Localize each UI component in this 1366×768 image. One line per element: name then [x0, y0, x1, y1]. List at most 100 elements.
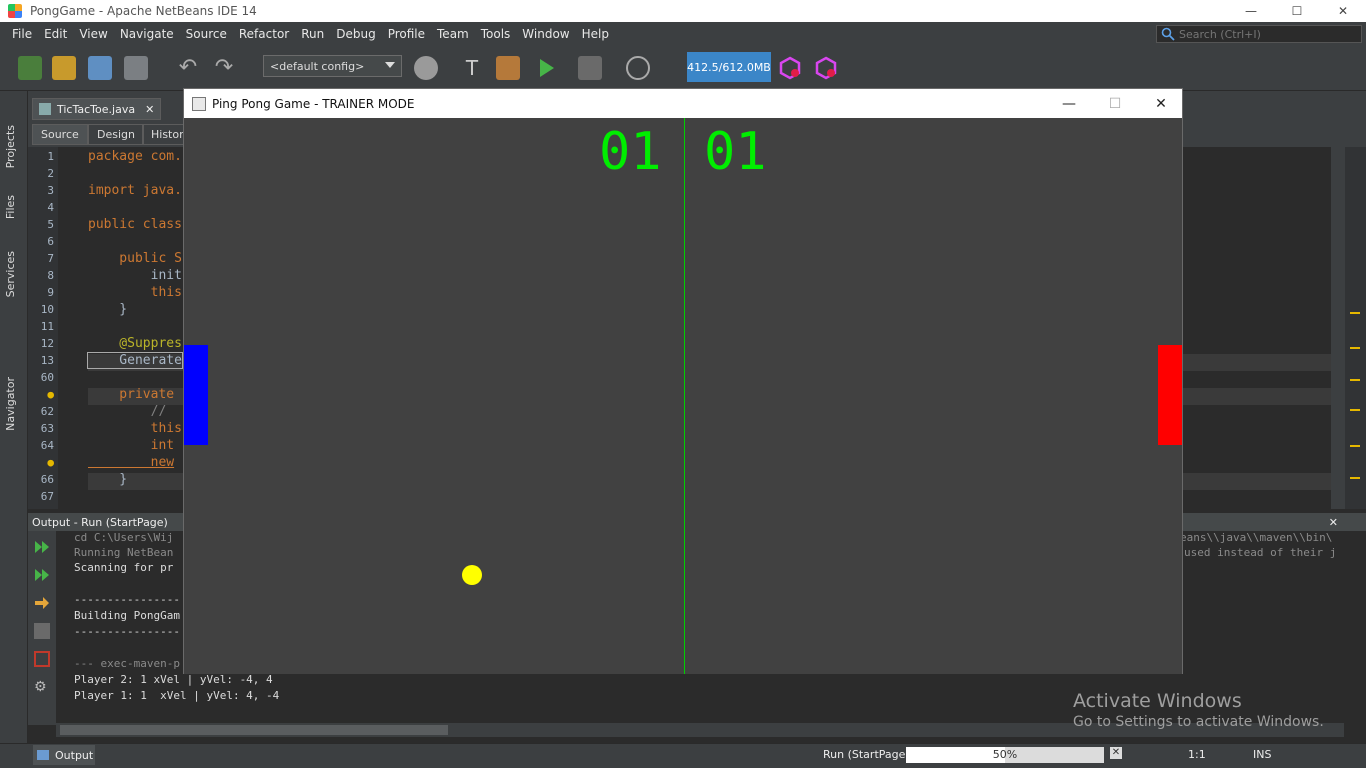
game-board[interactable]: 01 01	[184, 118, 1182, 674]
paddle-right	[1158, 345, 1182, 445]
memory-indicator[interactable]: 412.5/612.0MB	[687, 52, 771, 82]
menu-refactor[interactable]: Refactor	[233, 27, 295, 41]
output-line-right: eans\\java\\maven\\bin\	[1180, 531, 1333, 544]
close-icon[interactable]: ✕	[1329, 516, 1338, 529]
menu-run[interactable]: Run	[295, 27, 330, 41]
resume-icon[interactable]	[34, 595, 50, 611]
side-tab-files[interactable]: Files	[4, 195, 17, 219]
status-output-tab[interactable]: Output	[33, 745, 95, 765]
undo-icon[interactable]: ↶	[176, 56, 200, 80]
side-tab-projects[interactable]: Projects	[4, 125, 17, 168]
menu-help[interactable]: Help	[576, 27, 615, 41]
tab-design[interactable]: Design	[88, 124, 144, 145]
line-number: 66	[40, 473, 54, 486]
gc-icon-1[interactable]	[778, 56, 802, 80]
line-number: 60	[40, 371, 54, 384]
new-project-icon[interactable]	[52, 56, 76, 80]
menu-view[interactable]: View	[73, 27, 113, 41]
ide-search-box[interactable]	[1156, 25, 1362, 43]
tab-label: TicTacToe.java	[57, 102, 136, 116]
warning-marker[interactable]	[1350, 477, 1360, 479]
run-status-label[interactable]: Run (StartPage)	[823, 748, 910, 761]
debug-icon[interactable]	[578, 56, 602, 80]
code-line: public class	[88, 217, 182, 232]
profile-icon[interactable]	[626, 56, 650, 80]
output-line: Player 2: 1 xVel | yVel: -4, 4	[74, 673, 273, 686]
line-number: 6	[47, 235, 54, 248]
stop-icon[interactable]	[34, 651, 50, 667]
run-progress-bar: 50%	[906, 747, 1104, 763]
menu-navigate[interactable]: Navigate	[114, 27, 180, 41]
warning-bulb-icon[interactable]: ●	[47, 388, 54, 401]
game-close-button[interactable]: ✕	[1138, 89, 1184, 118]
game-title-bar[interactable]: Ping Pong Game - TRAINER MODE — ☐ ✕	[184, 89, 1182, 118]
side-tab-services[interactable]: Services	[4, 251, 17, 297]
settings-globe-icon[interactable]	[414, 56, 438, 80]
tab-tictactoe[interactable]: TicTacToe.java ✕	[32, 98, 162, 120]
search-icon	[1161, 27, 1175, 41]
insert-mode: INS	[1253, 748, 1272, 761]
menu-tools[interactable]: Tools	[475, 27, 517, 41]
menu-debug[interactable]: Debug	[330, 27, 381, 41]
menu-team[interactable]: Team	[431, 27, 475, 41]
code-line: import java.	[88, 183, 182, 198]
menu-source[interactable]: Source	[180, 27, 233, 41]
tab-source[interactable]: Source	[32, 124, 88, 145]
code-line: this	[88, 285, 182, 300]
cancel-run-icon[interactable]: ✕	[1110, 747, 1122, 759]
new-file-icon[interactable]	[18, 56, 42, 80]
run-icon[interactable]	[534, 56, 558, 80]
ide-maximize-button[interactable]: ☐	[1274, 0, 1320, 22]
line-number: 12	[40, 337, 54, 350]
side-tab-navigator[interactable]: Navigator	[4, 377, 17, 431]
gc-icon-2[interactable]	[814, 56, 838, 80]
code-fold-generated[interactable]: Generate	[87, 352, 183, 369]
config-value: <default config>	[270, 59, 365, 73]
warning-marker[interactable]	[1350, 312, 1360, 314]
rerun-icon[interactable]	[34, 539, 50, 555]
error-stripe[interactable]	[1345, 147, 1366, 509]
search-input[interactable]	[1179, 27, 1349, 41]
ide-close-button[interactable]: ✕	[1320, 0, 1366, 22]
line-number: 1	[47, 150, 54, 163]
warning-marker[interactable]	[1350, 347, 1360, 349]
settings-icon[interactable]: ⚙	[34, 679, 50, 695]
close-icon[interactable]: ✕	[145, 103, 154, 116]
step-icon[interactable]	[34, 623, 50, 639]
line-number: 10	[40, 303, 54, 316]
build-hammer-icon[interactable]: T	[460, 56, 484, 80]
cursor-position: 1:1	[1188, 748, 1206, 761]
redo-icon[interactable]: ↷	[212, 56, 236, 80]
output-line: ----------------	[74, 625, 180, 638]
rerun-with-params-icon[interactable]	[34, 567, 50, 583]
game-minimize-button[interactable]: —	[1046, 89, 1092, 118]
open-project-icon[interactable]	[88, 56, 112, 80]
ide-title-bar: PongGame - Apache NetBeans IDE 14 —	[0, 0, 1366, 22]
java-file-icon	[39, 103, 51, 115]
netbeans-logo-icon	[8, 4, 22, 18]
output-line: --- exec-maven-p	[74, 657, 180, 670]
menu-window[interactable]: Window	[516, 27, 575, 41]
line-number: 2	[47, 167, 54, 180]
left-side-bar: Projects Files Services Navigator	[0, 91, 28, 743]
output-line: cd C:\Users\Wij	[74, 531, 174, 544]
ide-minimize-glyph[interactable]: —	[1228, 0, 1274, 22]
pong-game-window[interactable]: Ping Pong Game - TRAINER MODE — ☐ ✕ 01 0…	[183, 88, 1183, 674]
config-dropdown[interactable]: <default config>	[263, 55, 402, 77]
scroll-thumb[interactable]	[60, 725, 448, 735]
main-toolbar: ↶ ↷ T	[0, 45, 1366, 91]
game-maximize-button[interactable]: ☐	[1092, 89, 1138, 118]
save-all-icon[interactable]	[124, 56, 148, 80]
menu-edit[interactable]: Edit	[38, 27, 73, 41]
ide-window-title: PongGame - Apache NetBeans IDE 14	[30, 4, 257, 18]
line-number: 5	[47, 218, 54, 231]
code-line: new	[88, 455, 175, 470]
warning-bulb-icon[interactable]: ●	[47, 456, 54, 469]
warning-marker[interactable]	[1350, 445, 1360, 447]
clean-build-icon[interactable]	[496, 56, 520, 80]
editor-vertical-scrollbar[interactable]	[1331, 147, 1345, 509]
menu-profile[interactable]: Profile	[382, 27, 431, 41]
warning-marker[interactable]	[1350, 379, 1360, 381]
menu-file[interactable]: File	[6, 27, 38, 41]
warning-marker[interactable]	[1350, 409, 1360, 411]
